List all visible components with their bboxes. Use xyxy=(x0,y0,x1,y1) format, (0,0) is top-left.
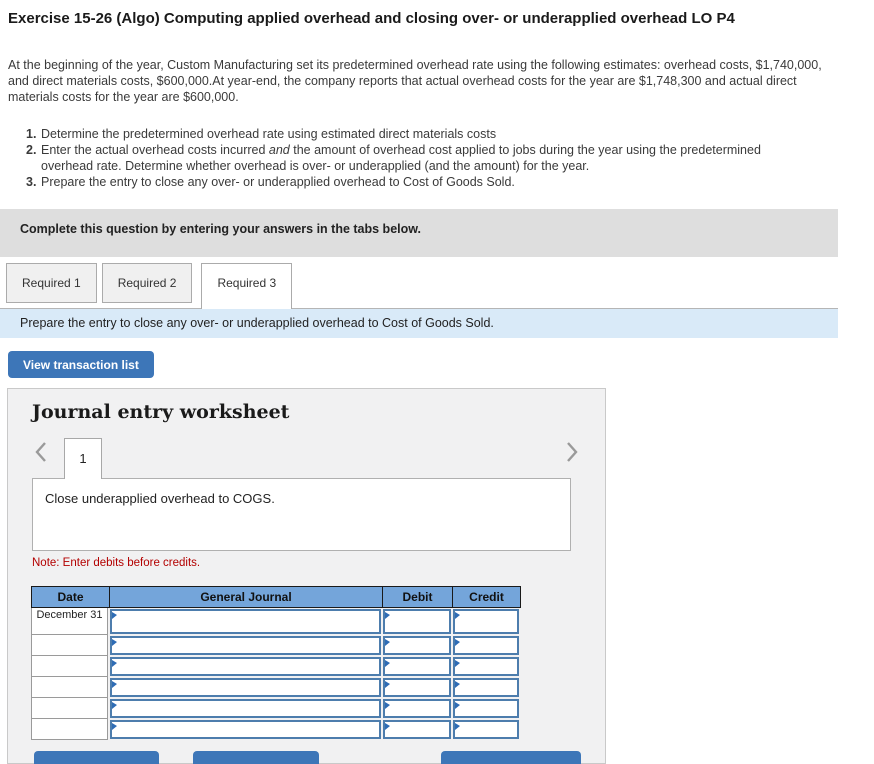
cell-marker-icon xyxy=(385,612,390,619)
debit-input[interactable] xyxy=(383,720,451,739)
debit-input[interactable] xyxy=(383,678,451,697)
credit-input[interactable] xyxy=(453,636,519,655)
cell-marker-icon xyxy=(385,639,390,646)
date-cell xyxy=(31,635,108,656)
requirement-item-2: 2. Enter the actual overhead costs incur… xyxy=(26,142,796,174)
cell-marker-icon xyxy=(112,723,117,730)
credit-column-header: Credit xyxy=(452,587,520,607)
date-cell xyxy=(31,719,108,740)
requirements-list: 1. Determine the predetermined overhead … xyxy=(26,126,796,190)
cell-marker-icon xyxy=(385,660,390,667)
debit-input[interactable] xyxy=(383,699,451,718)
cell-marker-icon xyxy=(385,723,390,730)
chevron-left-icon[interactable] xyxy=(34,441,48,468)
chevron-right-icon[interactable] xyxy=(565,441,579,468)
cell-marker-icon xyxy=(112,639,117,646)
cell-marker-icon xyxy=(385,681,390,688)
date-cell: December 31 xyxy=(31,608,108,635)
account-title-input[interactable] xyxy=(110,657,381,676)
cell-marker-icon xyxy=(455,660,460,667)
cell-marker-icon xyxy=(112,681,117,688)
required-tabs: Required 1 Required 2 Required 3 xyxy=(0,263,838,309)
tab-required-3[interactable]: Required 3 xyxy=(201,263,292,309)
view-transaction-list-button[interactable]: View transaction list xyxy=(8,351,154,378)
debit-column-header: Debit xyxy=(382,587,452,607)
cell-marker-icon xyxy=(455,639,460,646)
tab-required-1[interactable]: Required 1 xyxy=(6,263,97,303)
credit-input[interactable] xyxy=(453,609,519,634)
cell-marker-icon xyxy=(455,612,460,619)
tab-required-2[interactable]: Required 2 xyxy=(102,263,193,303)
cell-marker-icon xyxy=(385,702,390,709)
cell-marker-icon xyxy=(112,702,117,709)
debit-input[interactable] xyxy=(383,636,451,655)
requirement-number: 2. xyxy=(26,142,41,174)
worksheet-footer-button-left[interactable] xyxy=(34,751,159,764)
date-cell xyxy=(31,698,108,719)
table-row xyxy=(31,719,521,740)
intro-paragraph: At the beginning of the year, Custom Man… xyxy=(8,57,842,105)
table-row xyxy=(31,698,521,719)
entry-description-box: Close underapplied overhead to COGS. xyxy=(32,478,571,551)
requirement-number: 1. xyxy=(26,126,41,142)
credit-input[interactable] xyxy=(453,678,519,697)
table-row xyxy=(31,677,521,698)
table-row xyxy=(31,656,521,677)
cell-marker-icon xyxy=(455,681,460,688)
date-cell xyxy=(31,656,108,677)
credit-input[interactable] xyxy=(453,657,519,676)
journal-table: Date General Journal Debit Credit Decemb… xyxy=(31,586,521,740)
credit-input[interactable] xyxy=(453,720,519,739)
date-column-header: Date xyxy=(32,587,109,607)
debit-input[interactable] xyxy=(383,657,451,676)
worksheet-title: Journal entry worksheet xyxy=(32,401,289,423)
journal-table-header: Date General Journal Debit Credit xyxy=(31,586,521,608)
cell-marker-icon xyxy=(455,702,460,709)
table-row xyxy=(31,635,521,656)
debit-input[interactable] xyxy=(383,609,451,634)
task-description-bar: Prepare the entry to close any over- or … xyxy=(0,308,838,338)
worksheet-footer-button-right[interactable] xyxy=(441,751,581,764)
cell-marker-icon xyxy=(112,660,117,667)
table-row: December 31 xyxy=(31,608,521,635)
requirement-item-1: 1. Determine the predetermined overhead … xyxy=(26,126,796,142)
cell-marker-icon xyxy=(455,723,460,730)
requirement-item-3: 3. Prepare the entry to close any over- … xyxy=(26,174,796,190)
page-title: Exercise 15-26 (Algo) Computing applied … xyxy=(8,10,858,27)
journal-entry-worksheet-panel: Journal entry worksheet 1 Close underapp… xyxy=(7,388,606,764)
worksheet-footer-button-middle[interactable] xyxy=(193,751,319,764)
account-title-input[interactable] xyxy=(110,678,381,697)
credit-input[interactable] xyxy=(453,699,519,718)
account-title-input[interactable] xyxy=(110,699,381,718)
account-title-input[interactable] xyxy=(110,636,381,655)
worksheet-page-tab-1[interactable]: 1 xyxy=(64,438,102,479)
account-title-input[interactable] xyxy=(110,609,381,634)
debits-before-credits-note: Note: Enter debits before credits. xyxy=(32,557,200,569)
complete-instructions-bar: Complete this question by entering your … xyxy=(0,209,838,257)
account-title-input[interactable] xyxy=(110,720,381,739)
requirement-number: 3. xyxy=(26,174,41,190)
date-cell xyxy=(31,677,108,698)
general-journal-column-header: General Journal xyxy=(109,587,382,607)
cell-marker-icon xyxy=(112,612,117,619)
